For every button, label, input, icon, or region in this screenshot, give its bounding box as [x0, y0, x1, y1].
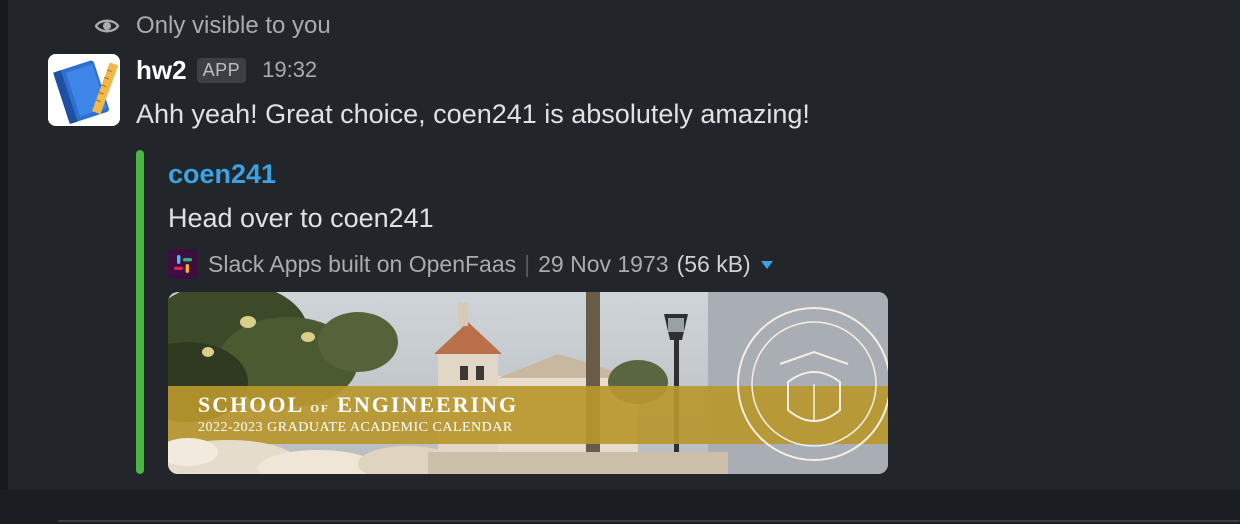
attachment-size: (56 kB) — [676, 251, 751, 277]
attachment-accent-bar — [136, 150, 144, 474]
meta-separator: | — [524, 251, 531, 277]
bottom-divider — [58, 520, 1240, 522]
eye-icon — [94, 19, 120, 33]
attachment-text: Head over to coen241 — [168, 203, 434, 233]
message-timestamp[interactable]: 19:32 — [262, 57, 317, 83]
campus-photo — [168, 292, 888, 474]
visibility-text: Only visible to you — [136, 12, 331, 39]
message-text: Ahh yeah! Great choice, coen241 is absol… — [136, 99, 810, 129]
app-badge: APP — [196, 57, 247, 83]
banner-title-engineering: ENGINEERING — [337, 392, 519, 417]
banner-title: SCHOOL of ENGINEERING — [198, 392, 518, 418]
attachment-source: Slack Apps built on OpenFaas — [208, 251, 517, 277]
banner-subtitle: 2022-2023 GRADUATE ACADEMIC CALENDAR — [198, 420, 513, 435]
banner-title-school: SCHOOL — [198, 392, 303, 417]
attachment-image[interactable]: SCHOOL of ENGINEERING 2022-2023 GRADUATE… — [168, 292, 888, 474]
slack-logo-icon — [168, 249, 198, 279]
attachment-date: 29 Nov 1973 — [538, 251, 669, 277]
notebook-icon — [48, 54, 120, 126]
attachment-meta: Slack Apps built on OpenFaas | 29 Nov 19… — [168, 248, 773, 280]
bottom-bar — [0, 490, 1240, 524]
message-header: hw2 APP 19:32 — [136, 54, 317, 86]
visibility-note: Only visible to you — [94, 10, 331, 42]
attachment-title-link[interactable]: coen241 — [168, 156, 276, 192]
sender-name[interactable]: hw2 — [136, 55, 187, 86]
left-edge-strip — [0, 0, 8, 524]
caret-down-icon[interactable] — [760, 261, 773, 269]
banner-title-of: of — [310, 399, 330, 416]
avatar[interactable] — [48, 54, 120, 126]
